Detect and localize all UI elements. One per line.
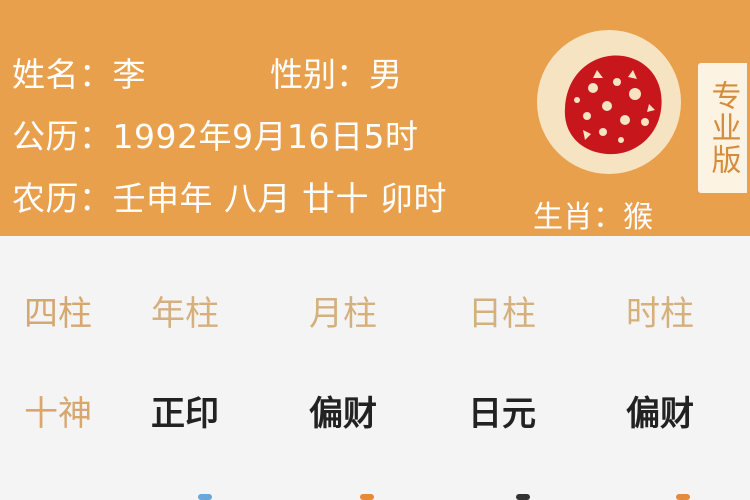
partial-glyph [676, 494, 690, 500]
partial-glyph [360, 494, 374, 500]
pro-version-tag[interactable]: 专业版 [695, 60, 747, 196]
month-ten-god: 偏财 [309, 394, 377, 434]
profile-header: 姓名：李 性别：男 公历：1992年9月16日5时 农历：壬申年 八月 廿十 卯… [0, 0, 750, 236]
lunar-date-label: 农历：壬申年 八月 廿十 卯时 [12, 179, 447, 218]
name-label: 姓名：李 [12, 55, 146, 94]
day-ten-god: 日元 [468, 394, 536, 434]
bazi-table: 四柱 年柱 月柱 日柱 时柱 十神 正印 偏财 日元 偏财 [0, 236, 750, 500]
col-year-pillar: 年柱 [151, 294, 219, 334]
gender-label: 性别：男 [270, 55, 402, 94]
partial-glyph [198, 494, 212, 500]
row-title-four-pillars: 四柱 [24, 294, 92, 334]
hour-ten-god: 偏财 [626, 394, 694, 434]
col-hour-pillar: 时柱 [626, 294, 694, 334]
col-month-pillar: 月柱 [309, 294, 377, 334]
zodiac-label: 生肖：猴 [533, 200, 653, 235]
year-ten-god: 正印 [151, 394, 219, 434]
partial-glyph [516, 494, 530, 500]
next-row-partial [0, 494, 750, 500]
monkey-papercut-icon [537, 30, 681, 174]
solar-date-label: 公历：1992年9月16日5时 [12, 117, 419, 156]
col-day-pillar: 日柱 [468, 294, 536, 334]
row-title-ten-gods: 十神 [24, 394, 92, 434]
